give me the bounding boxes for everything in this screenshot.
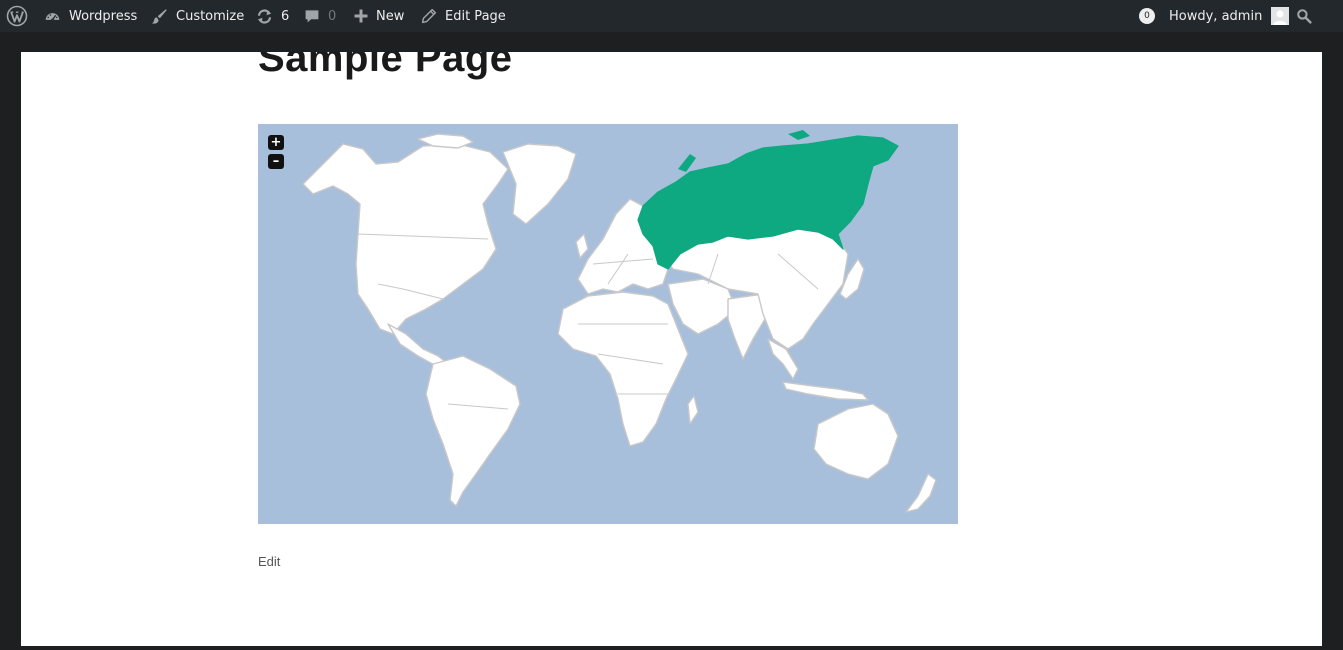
world-map[interactable]: + – — [258, 124, 958, 524]
russian-arctic-islands-region — [788, 130, 810, 140]
updates-count: 6 — [281, 8, 290, 24]
updates-link[interactable]: 6 — [256, 0, 289, 32]
indonesia-region — [782, 381, 869, 401]
edit-page-label: Edit Page — [445, 8, 506, 24]
brush-icon — [151, 8, 167, 24]
zoom-in-button[interactable]: + — [268, 135, 284, 150]
edit-link[interactable]: Edit — [258, 554, 280, 569]
comments-count: 0 — [328, 8, 337, 24]
my-account-menu[interactable]: Howdy, admin — [1169, 0, 1290, 32]
south-america-region — [425, 355, 521, 507]
customize-link[interactable]: Customize — [151, 0, 244, 32]
page-content: Sample Page + – Edit — [21, 52, 1322, 646]
novaya-zemlya-region — [678, 154, 696, 172]
greenland-region — [502, 143, 577, 225]
notifications-menu[interactable]: 0 — [1139, 0, 1155, 32]
site-name-menu[interactable]: Wordpress — [44, 0, 137, 32]
uk-region — [575, 233, 589, 259]
central-america-region — [387, 323, 449, 368]
plus-icon — [354, 9, 368, 23]
pencil-icon — [421, 8, 437, 24]
greeting-label: Howdy, admin — [1169, 8, 1263, 24]
refresh-icon — [257, 8, 272, 24]
zoom-out-button[interactable]: – — [268, 154, 284, 169]
wordpress-icon — [6, 5, 28, 27]
wordpress-logo-menu[interactable] — [6, 0, 28, 32]
new-content-menu[interactable]: New — [354, 0, 404, 32]
user-avatar-icon — [1271, 7, 1290, 25]
madagascar-region — [687, 395, 699, 425]
africa-region — [557, 291, 689, 447]
search-toggle[interactable] — [1296, 0, 1312, 32]
australia-region — [813, 403, 899, 480]
page-title: Sample Page — [258, 52, 513, 80]
customize-label: Customize — [176, 8, 245, 24]
new-label: New — [376, 8, 405, 24]
search-icon — [1297, 9, 1312, 24]
comment-icon — [305, 10, 319, 23]
edit-page-link[interactable]: Edit Page — [421, 0, 506, 32]
new-zealand-region — [905, 473, 937, 513]
dashboard-icon — [45, 12, 60, 21]
avatar — [1271, 7, 1290, 25]
world-map-canvas — [302, 130, 937, 513]
notification-count-badge: 0 — [1139, 8, 1155, 24]
admin-bar: Wordpress Customize 6 0 New Edit Page 0 … — [0, 0, 1343, 32]
comments-link[interactable]: 0 — [304, 0, 336, 32]
site-name-label: Wordpress — [69, 8, 138, 24]
